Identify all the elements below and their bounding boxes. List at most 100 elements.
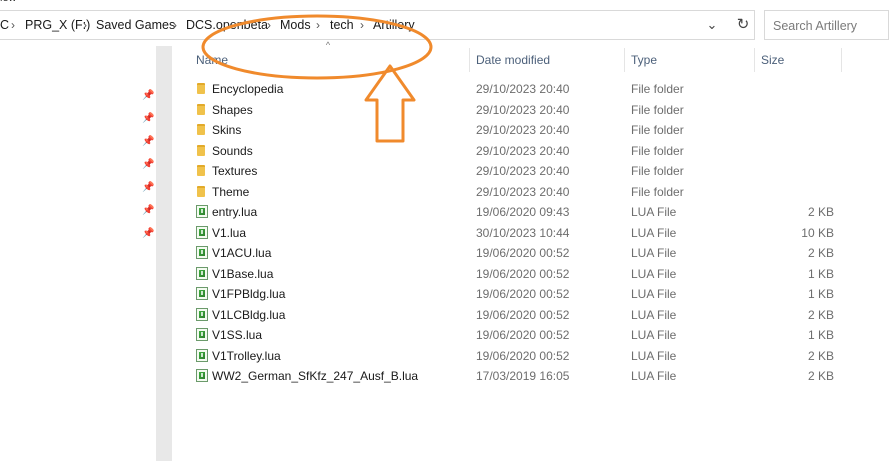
file-row[interactable]: Encyclopedia 29/10/2023 20:40 File folder — [190, 79, 842, 99]
file-date-modified: 29/10/2023 20:40 — [476, 184, 570, 199]
pin-icon[interactable]: 📌 — [142, 90, 154, 102]
navigation-scrollbar[interactable] — [156, 46, 172, 461]
folder-icon — [197, 185, 205, 197]
file-date-modified: 29/10/2023 20:40 — [476, 82, 570, 96]
file-name[interactable]: V1.lua — [212, 223, 246, 243]
folder-icon — [197, 83, 205, 94]
file-type: File folder — [631, 164, 684, 178]
pin-icon[interactable]: 📌 — [142, 113, 154, 125]
file-date-modified: 29/10/2023 20:40 — [476, 102, 570, 117]
file-row[interactable]: Theme 29/10/2023 20:40 File folder — [190, 182, 842, 202]
file-type: File folder — [631, 102, 684, 117]
file-row[interactable]: Textures 29/10/2023 20:40 File folder — [190, 161, 842, 181]
file-name[interactable]: Encyclopedia — [212, 79, 283, 99]
file-type: LUA File — [631, 287, 677, 301]
file-name[interactable]: Shapes — [212, 100, 253, 120]
breadcrumb-item-saved-games[interactable]: Saved Games — [96, 11, 175, 39]
lua-file-icon — [196, 246, 208, 259]
file-type: LUA File — [631, 205, 677, 219]
breadcrumb-item-c[interactable]: C — [0, 11, 9, 39]
file-size: 2 KB — [807, 307, 834, 322]
lua-file-icon — [196, 307, 208, 321]
chevron-right-icon[interactable]: › — [316, 11, 320, 39]
file-row[interactable]: Skins 29/10/2023 20:40 File folder — [190, 120, 842, 140]
file-row[interactable]: WW2_German_SfKfz_247_Ausf_B.lua 17/03/201… — [190, 366, 842, 386]
lua-file-icon — [196, 205, 208, 218]
file-name[interactable]: V1SS.lua — [212, 325, 262, 345]
file-size: 1 KB — [807, 287, 834, 301]
folder-icon — [197, 124, 205, 135]
file-row[interactable]: V1.lua 30/10/2023 10:44 LUA File 10 KB — [190, 223, 842, 243]
file-date-modified: 19/06/2020 00:52 — [476, 287, 570, 301]
file-type: LUA File — [631, 225, 677, 240]
file-row[interactable]: entry.lua 19/06/2020 09:43 LUA File 2 KB — [190, 202, 842, 222]
file-size — [760, 100, 834, 120]
file-date-modified: 19/06/2020 00:52 — [476, 266, 570, 281]
file-date-modified: 19/06/2020 00:52 — [476, 328, 570, 342]
file-name[interactable]: V1FPBldg.lua — [212, 284, 285, 304]
column-header-name[interactable]: Name — [190, 48, 470, 72]
refresh-button[interactable]: ↻ — [730, 10, 756, 40]
file-row[interactable]: Sounds 29/10/2023 20:40 File folder — [190, 141, 842, 161]
breadcrumb-item-drive[interactable]: PRG_X (F:) — [25, 11, 90, 39]
file-name[interactable]: Skins — [212, 120, 241, 140]
breadcrumb-item-artillery[interactable]: Artillery — [373, 11, 415, 39]
file-name[interactable]: Sounds — [212, 141, 253, 161]
chevron-down-icon[interactable]: ⌄ — [700, 11, 724, 39]
file-size — [760, 141, 834, 161]
chevron-right-icon[interactable]: › — [360, 11, 364, 39]
file-date-modified: 30/10/2023 10:44 — [476, 225, 570, 240]
address-bar[interactable]: C › PRG_X (F:) › Saved Games › DCS.openb… — [0, 10, 755, 40]
pin-icon[interactable]: 📌 — [142, 159, 154, 171]
pin-icon[interactable]: 📌 — [142, 136, 154, 148]
breadcrumb-item-dcs[interactable]: DCS.openbeta — [186, 11, 268, 39]
search-input[interactable] — [771, 12, 889, 40]
file-row[interactable]: V1FPBldg.lua 19/06/2020 00:52 LUA File 1 KB — [190, 284, 842, 304]
file-size — [760, 120, 834, 140]
file-date-modified: 19/06/2020 00:52 — [476, 246, 570, 260]
search-box[interactable] — [764, 10, 889, 40]
file-size — [760, 182, 834, 202]
chevron-right-icon[interactable]: › — [83, 11, 87, 39]
file-name[interactable]: V1Trolley.lua — [212, 346, 281, 366]
file-type: LUA File — [631, 266, 677, 281]
file-row[interactable]: V1SS.lua 19/06/2020 00:52 LUA File 1 KB — [190, 325, 842, 345]
pin-icon[interactable]: 📌 — [142, 228, 154, 240]
file-row[interactable]: Shapes 29/10/2023 20:40 File folder — [190, 100, 842, 120]
column-header-size[interactable]: Size — [755, 48, 842, 72]
chevron-right-icon[interactable]: › — [267, 11, 271, 39]
file-row[interactable]: V1Trolley.lua 19/06/2020 00:52 LUA File 2 K… — [190, 346, 842, 366]
file-name[interactable]: Textures — [212, 161, 257, 181]
file-size: 2 KB — [807, 369, 834, 383]
file-row[interactable]: V1LCBldg.lua 19/06/2020 00:52 LUA File 2 KB — [190, 305, 842, 325]
file-date-modified: 29/10/2023 20:40 — [476, 164, 570, 178]
column-header-type[interactable]: Type — [625, 48, 755, 72]
file-name[interactable]: V1Base.lua — [212, 264, 273, 284]
pin-icon[interactable]: 📌 — [142, 182, 154, 194]
chevron-right-icon[interactable]: › — [173, 11, 177, 39]
breadcrumb-item-tech[interactable]: tech — [330, 11, 354, 39]
navigation-pane[interactable]: 📌 📌 📌 📌 📌 📌 📌 — [0, 46, 156, 461]
pin-icon[interactable]: 📌 — [142, 205, 154, 217]
chevron-right-icon[interactable]: › — [11, 11, 15, 39]
file-size: 2 KB — [807, 246, 834, 260]
file-type: LUA File — [631, 246, 677, 260]
file-size: 2 KB — [807, 205, 834, 219]
file-size: 1 KB — [807, 328, 834, 342]
file-row[interactable]: V1Base.lua 19/06/2020 00:52 LUA File 1 KB — [190, 264, 842, 284]
file-type: File folder — [631, 123, 684, 137]
lua-file-icon — [196, 225, 208, 239]
file-name[interactable]: V1ACU.lua — [212, 243, 271, 263]
file-date-modified: 29/10/2023 20:40 — [476, 143, 570, 158]
file-name[interactable]: entry.lua — [212, 202, 257, 222]
file-type: LUA File — [631, 348, 677, 363]
file-name[interactable]: WW2_German_SfKfz_247_Ausf_B.lua — [212, 366, 418, 386]
column-header-date[interactable]: Date modified — [470, 48, 625, 72]
file-name[interactable]: V1LCBldg.lua — [212, 305, 285, 325]
file-size: 10 KB — [801, 225, 834, 240]
sort-ascending-icon: ^ — [325, 40, 331, 50]
file-row[interactable]: V1ACU.lua 19/06/2020 00:52 LUA File 2 KB — [190, 243, 842, 263]
breadcrumb-item-mods[interactable]: Mods — [280, 11, 311, 39]
file-name[interactable]: Theme — [212, 182, 249, 202]
file-date-modified: 19/06/2020 09:43 — [476, 205, 570, 219]
